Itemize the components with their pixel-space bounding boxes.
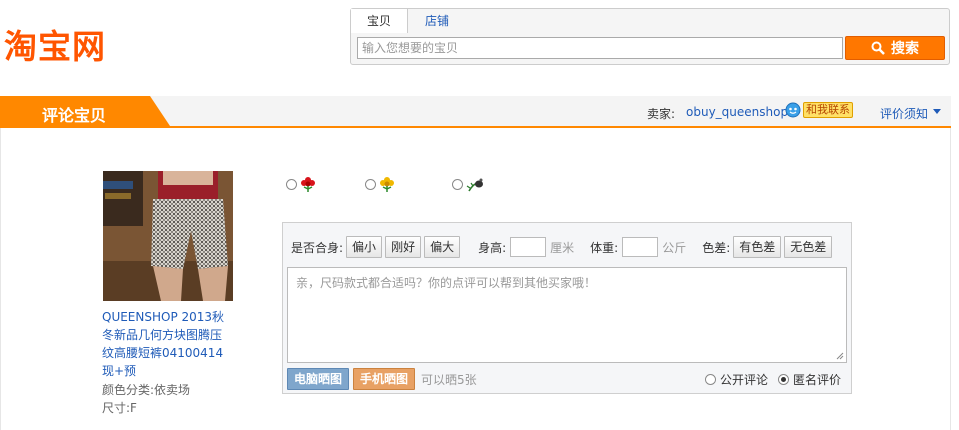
red-flower-icon <box>301 177 315 192</box>
fit-right-button[interactable]: 刚好 <box>385 236 422 258</box>
product-title-line: QUEENSHOP 2013秋 <box>102 310 225 324</box>
photo-row: 电脑晒图 手机晒图 可以晒5张 <box>287 368 477 390</box>
search-tab-shop[interactable]: 店铺 <box>417 9 457 33</box>
review-notice-link[interactable]: 评价须知 <box>880 105 928 122</box>
pc-photo-button[interactable]: 电脑晒图 <box>287 368 350 390</box>
height-input[interactable] <box>510 237 547 257</box>
contact-label: 和我联系 <box>803 102 853 118</box>
wilted-flower-icon <box>466 178 483 192</box>
search-button[interactable]: 搜索 <box>845 36 945 60</box>
rating-bad[interactable] <box>452 176 485 192</box>
height-unit: 厘米 <box>550 240 575 255</box>
product-title-line: 冬新品几何方块图腾压 <box>102 328 223 342</box>
public-review-radio[interactable] <box>705 373 716 385</box>
product-title-line: 纹高腰短裤04100414 <box>102 346 224 360</box>
review-tab: 评论宝贝 <box>0 96 170 126</box>
rating-good[interactable] <box>286 176 317 192</box>
weight-label: 体重: <box>590 240 619 255</box>
page-title: 评论宝贝 <box>42 106 107 125</box>
privacy-options: 公开评论 匿名评价 <box>705 371 841 387</box>
chevron-down-icon <box>933 109 941 114</box>
photo-hint: 可以晒5张 <box>421 372 477 387</box>
search-placeholder: 输入您想要的宝贝 <box>362 41 459 55</box>
fit-large-button[interactable]: 偏大 <box>424 236 461 258</box>
rating-bad-radio[interactable] <box>452 178 463 190</box>
rating-good-radio[interactable] <box>286 178 297 190</box>
height-label: 身高: <box>478 240 507 255</box>
product-size: 尺寸:F <box>102 401 137 415</box>
product-title-line: 现+预 <box>102 364 137 378</box>
mobile-photo-button[interactable]: 手机晒图 <box>353 368 416 390</box>
contact-seller-button[interactable]: 和我联系 <box>785 101 853 119</box>
fit-row: 是否合身: 偏小 刚好 偏大 身高: 厘米 体重: 公斤 色差: 有色差 无色差 <box>291 236 833 258</box>
product-image[interactable] <box>103 171 233 301</box>
fit-label: 是否合身: <box>291 240 344 255</box>
search-button-label: 搜索 <box>891 41 919 57</box>
anonymous-review-label[interactable]: 匿名评价 <box>793 371 841 388</box>
color-diff-yes-button[interactable]: 有色差 <box>733 236 782 258</box>
search-icon <box>871 41 885 55</box>
wangwang-icon <box>785 102 801 118</box>
product-color: 颜色分类:依卖场 <box>102 383 191 397</box>
rating-neutral-radio[interactable] <box>365 178 376 190</box>
yellow-flower-icon <box>380 177 394 192</box>
weight-input[interactable] <box>622 237 659 257</box>
resize-handle-icon[interactable] <box>836 352 844 360</box>
product-title-link[interactable]: QUEENSHOP 2013秋 冬新品几何方块图腾压 纹高腰短裤04100414… <box>102 308 232 380</box>
search-box: 宝贝 店铺 输入您想要的宝贝 搜索 <box>350 8 950 65</box>
anonymous-review-radio[interactable] <box>778 373 790 385</box>
fit-small-button[interactable]: 偏小 <box>346 236 383 258</box>
search-tab-item[interactable]: 宝贝 <box>351 9 408 33</box>
search-input[interactable]: 输入您想要的宝贝 <box>357 37 843 59</box>
weight-unit: 公斤 <box>662 240 687 255</box>
seller-label: 卖家: <box>647 107 676 121</box>
review-textarea[interactable]: 亲，尺码款式都合适吗？你的点评可以帮到其他买家哦！ <box>287 267 847 363</box>
review-header-bar: 评论宝贝 卖家: obuy_queenshop 和我联系 评价须知 <box>0 96 951 128</box>
taobao-logo[interactable]: 淘宝网 <box>4 20 106 68</box>
public-review-label[interactable]: 公开评论 <box>720 371 768 388</box>
color-diff-no-button[interactable]: 无色差 <box>784 236 833 258</box>
rating-neutral[interactable] <box>365 176 396 192</box>
review-placeholder: 亲，尺码款式都合适吗？你的点评可以帮到其他买家哦！ <box>296 276 597 290</box>
seller-name-link[interactable]: obuy_queenshop <box>686 105 788 119</box>
review-form: 是否合身: 偏小 刚好 偏大 身高: 厘米 体重: 公斤 色差: 有色差 无色差… <box>282 222 852 394</box>
color-diff-label: 色差: <box>702 240 731 255</box>
